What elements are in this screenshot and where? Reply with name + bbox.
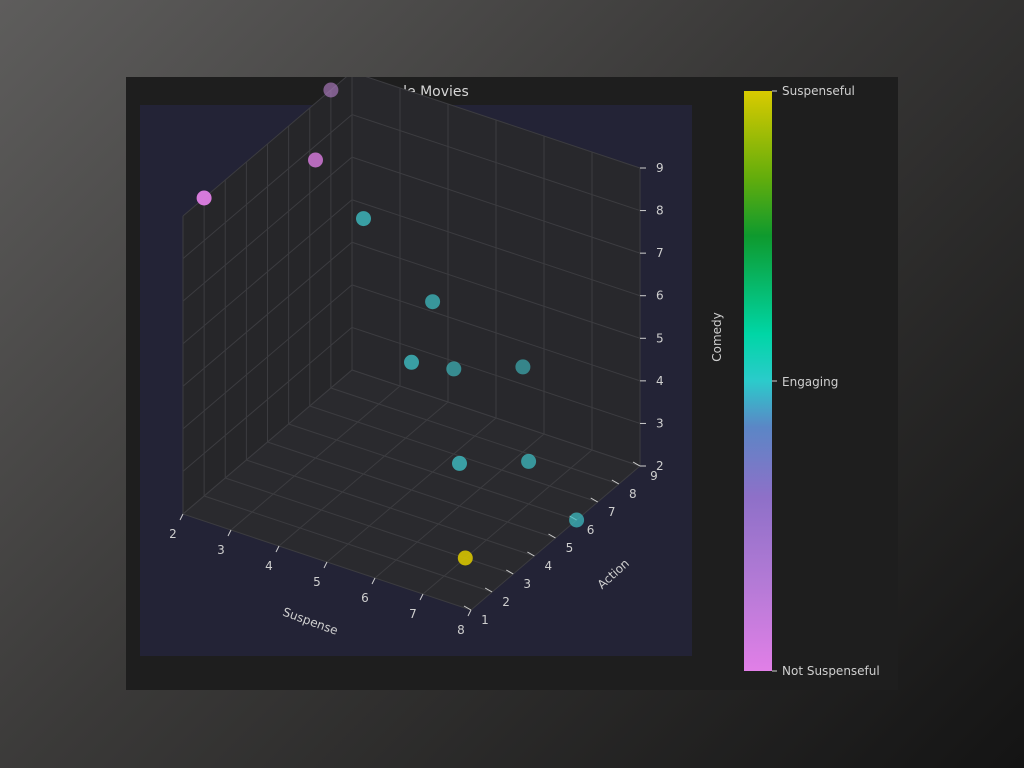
z-tick-label: 9	[656, 161, 664, 175]
scatter-point	[457, 550, 473, 566]
z-tick-label: 7	[656, 246, 664, 260]
z-tick-label: 2	[656, 459, 664, 473]
z-tick-label: 6	[656, 289, 664, 303]
scatter-point	[515, 359, 531, 375]
scatter-point	[425, 294, 441, 310]
chart-figure: Sample Movies 234567812345678923456789 S…	[126, 77, 898, 690]
x-tick-label: 8	[457, 623, 465, 637]
x-tick-label: 3	[217, 543, 225, 557]
y-tick-label: 1	[481, 613, 489, 627]
z-axis-label: Comedy	[710, 312, 724, 362]
scatter-point	[323, 82, 339, 98]
x-tick-label: 4	[265, 559, 273, 573]
y-tick-label: 5	[566, 541, 574, 555]
scatter-point	[404, 354, 419, 370]
scatter-point	[356, 211, 371, 227]
scatter-point	[521, 453, 537, 469]
colorbar: Not Suspenseful Engaging Suspenseful	[744, 84, 880, 678]
scatter-point	[452, 455, 467, 471]
scatter-point	[196, 190, 212, 206]
z-tick-label: 8	[656, 204, 664, 218]
x-tick-label: 7	[409, 607, 417, 621]
scatter-point	[569, 512, 585, 528]
x-tick-label: 2	[169, 527, 177, 541]
z-tick-label: 4	[656, 374, 664, 388]
chart-svg: Sample Movies 234567812345678923456789 S…	[140, 77, 880, 678]
z-tick-label: 3	[656, 416, 664, 430]
colorbar-label-high: Suspenseful	[782, 84, 855, 98]
y-tick-label: 4	[545, 559, 553, 573]
colorbar-label-mid: Engaging	[782, 375, 838, 389]
y-tick-label: 3	[523, 577, 531, 591]
y-tick-label: 7	[608, 505, 616, 519]
z-tick-label: 5	[656, 331, 664, 345]
y-tick-label: 8	[629, 487, 637, 501]
y-tick-label: 6	[587, 523, 595, 537]
colorbar-gradient	[744, 91, 772, 671]
x-tick-label: 6	[361, 591, 369, 605]
x-tick-label: 5	[313, 575, 321, 589]
y-tick-label: 2	[502, 595, 510, 609]
scatter-point	[308, 152, 323, 168]
colorbar-label-low: Not Suspenseful	[782, 664, 880, 678]
scatter-point	[446, 361, 462, 377]
